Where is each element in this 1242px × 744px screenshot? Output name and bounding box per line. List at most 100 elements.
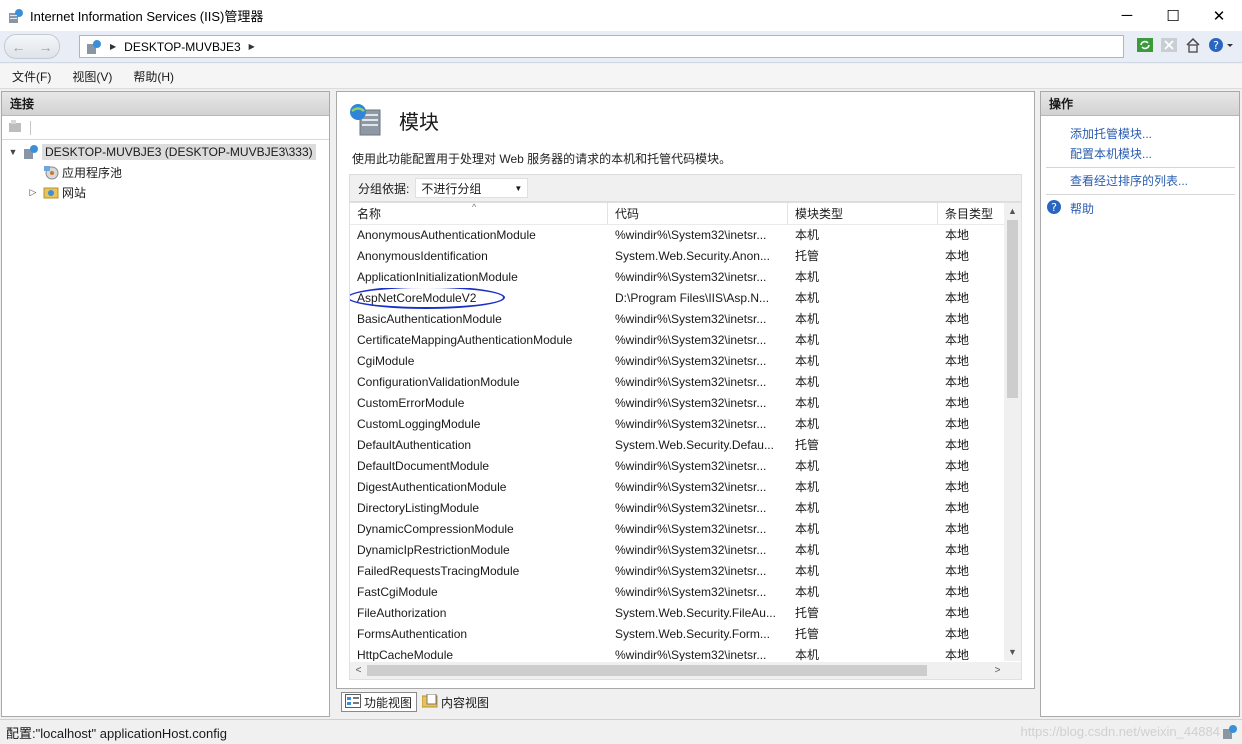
cell-code: %windir%\System32\inetsr... (615, 354, 767, 368)
cell-code: System.Web.Security.FileAu... (615, 606, 776, 620)
refresh-icon[interactable] (1136, 36, 1154, 54)
view-ordered-list-link[interactable]: 查看经过排序的列表... (1070, 171, 1239, 191)
table-row[interactable]: CgiModule %windir%\System32\inetsr... 本机 本地 (350, 351, 1006, 372)
cell-entry-type: 本地 (945, 333, 970, 347)
nav-buttons: ← → (4, 34, 60, 59)
title-bar: Internet Information Services (IIS)管理器 ─… (0, 0, 1242, 31)
help-action[interactable]: ? 帮助 (1046, 198, 1239, 218)
cell-module-type: 本机 (795, 522, 820, 536)
address-box[interactable]: ▶ DESKTOP-MUVBJE3 ▶ (79, 35, 1124, 58)
forward-arrow-icon[interactable]: → (39, 39, 53, 55)
vertical-scrollbar[interactable]: ▲ ▼ (1004, 203, 1021, 661)
cell-module-type: 本机 (795, 480, 820, 494)
tab-features-view[interactable]: 功能视图 (341, 692, 418, 712)
cell-name: ConfigurationValidationModule (357, 375, 520, 389)
table-row[interactable]: HttpCacheModule %windir%\System32\inetsr.… (350, 645, 1006, 661)
table-row[interactable]: ApplicationInitializationModule %windir%\… (350, 267, 1006, 288)
chevron-down-icon[interactable]: ▼ (6, 147, 20, 157)
cell-code: %windir%\System32\inetsr... (615, 459, 767, 473)
tree-node-sites[interactable]: ▷ 网站 (2, 182, 329, 202)
add-managed-module-link[interactable]: 添加托管模块... (1070, 124, 1239, 144)
table-row[interactable]: DefaultAuthentication System.Web.Security… (350, 435, 1006, 456)
table-row[interactable]: FastCgiModule %windir%\System32\inetsr...… (350, 582, 1006, 603)
address-toolbar: ← → ▶ DESKTOP-MUVBJE3 ▶ ? (0, 31, 1242, 63)
tree-label-server[interactable]: DESKTOP-MUVBJE3 (DESKTOP-MUVBJE3\333) (42, 144, 316, 160)
scroll-left-icon[interactable]: < (350, 662, 367, 679)
scroll-up-icon[interactable]: ▲ (1004, 203, 1021, 220)
table-row[interactable]: DynamicIpRestrictionModule %windir%\Syste… (350, 540, 1006, 561)
cell-module-type: 本机 (795, 375, 820, 389)
table-row[interactable]: AnonymousAuthenticationModule %windir%\Sy… (350, 225, 1006, 246)
tree-label-sites[interactable]: 网站 (62, 184, 86, 201)
server-icon (23, 144, 39, 160)
scroll-right-icon[interactable]: > (989, 662, 1006, 679)
home-icon[interactable] (1184, 36, 1202, 54)
menu-view[interactable]: 视图(V) (63, 68, 121, 85)
cell-name: BasicAuthenticationModule (357, 312, 502, 326)
cell-entry-type: 本地 (945, 543, 970, 557)
cell-module-type: 本机 (795, 585, 820, 599)
actions-divider (1046, 167, 1235, 168)
table-row[interactable]: DirectoryListingModule %windir%\System32\… (350, 498, 1006, 519)
cell-code: %windir%\System32\inetsr... (615, 564, 767, 578)
menu-file[interactable]: 文件(F) (3, 68, 60, 85)
grid-body: AnonymousAuthenticationModule %windir%\Sy… (350, 225, 1006, 661)
column-header-name[interactable]: ^ 名称 (350, 203, 608, 225)
group-by-select[interactable]: 不进行分组 ▼ (415, 178, 529, 198)
tab-content-view[interactable]: 内容视图 (419, 692, 493, 712)
menu-help[interactable]: 帮助(H) (124, 68, 183, 85)
tree-node-server[interactable]: ▼ DESKTOP-MUVBJE3 (DESKTOP-MUVBJE3\333) (2, 142, 329, 162)
table-row[interactable]: FileAuthorization System.Web.Security.Fil… (350, 603, 1006, 624)
cell-module-type: 本机 (795, 501, 820, 515)
table-row[interactable]: ConfigurationValidationModule %windir%\Sy… (350, 372, 1006, 393)
breadcrumb-server[interactable]: DESKTOP-MUVBJE3 (124, 40, 240, 54)
table-row[interactable]: CustomLoggingModule %windir%\System32\ine… (350, 414, 1006, 435)
vertical-scroll-thumb[interactable] (1007, 220, 1018, 398)
cell-name: DynamicCompressionModule (357, 522, 514, 536)
cell-code: %windir%\System32\inetsr... (615, 228, 767, 242)
horizontal-scroll-thumb[interactable] (367, 665, 927, 676)
back-arrow-icon[interactable]: ← (12, 39, 26, 55)
view-tabs: 功能视图 内容视图 (341, 692, 493, 712)
column-header-module-type[interactable]: 模块类型 (788, 203, 938, 225)
table-row[interactable]: BasicAuthenticationModule %windir%\System… (350, 309, 1006, 330)
tree-node-app-pools[interactable]: 应用程序池 (2, 162, 329, 182)
cell-name: CertificateMappingAuthenticationModule (357, 333, 573, 347)
column-header-code[interactable]: 代码 (608, 203, 788, 225)
chevron-right-icon[interactable]: ▷ (26, 187, 40, 198)
stop-icon[interactable] (1160, 36, 1178, 54)
cell-code: %windir%\System32\inetsr... (615, 270, 767, 284)
cell-module-type: 本机 (795, 396, 820, 410)
help-link[interactable]: 帮助 (1070, 200, 1094, 217)
table-row[interactable]: CertificateMappingAuthenticationModule %w… (350, 330, 1006, 351)
cell-code: %windir%\System32\inetsr... (615, 312, 767, 326)
table-row[interactable]: DefaultDocumentModule %windir%\System32\i… (350, 456, 1006, 477)
minimize-button[interactable]: ─ (1104, 0, 1150, 31)
table-row[interactable]: DynamicCompressionModule %windir%\System3… (350, 519, 1006, 540)
table-row[interactable]: CustomErrorModule %windir%\System32\inets… (350, 393, 1006, 414)
cell-name: DigestAuthenticationModule (357, 480, 507, 494)
scroll-down-icon[interactable]: ▼ (1004, 644, 1021, 661)
modules-grid: ^ 名称 代码 模块类型 条目类型 AnonymousAuthenticatio… (349, 202, 1022, 680)
table-row[interactable]: AnonymousIdentification System.Web.Securi… (350, 246, 1006, 267)
maximize-button[interactable]: ☐ (1150, 0, 1196, 31)
table-row[interactable]: AspNetCoreModuleV2 D:\Program Files\IIS\A… (350, 288, 1006, 309)
modules-pane: 模块 使用此功能配置用于处理对 Web 服务器的请求的本机和托管代码模块。 分组… (336, 91, 1035, 689)
column-header-entry-type[interactable]: 条目类型 (938, 203, 1006, 225)
dropdown-arrow-icon[interactable]: ▼ (514, 184, 522, 193)
status-text: 配置:"localhost" applicationHost.config (6, 725, 227, 741)
chevron-right-icon[interactable]: ▶ (249, 42, 255, 51)
horizontal-scrollbar[interactable]: < > (350, 662, 1021, 679)
close-button[interactable]: ✕ (1196, 0, 1242, 31)
table-row[interactable]: FailedRequestsTracingModule %windir%\Syst… (350, 561, 1006, 582)
table-row[interactable]: FormsAuthentication System.Web.Security.F… (350, 624, 1006, 645)
configure-native-modules-link[interactable]: 配置本机模块... (1070, 144, 1239, 164)
sort-ascending-icon: ^ (472, 203, 477, 212)
chevron-right-icon[interactable]: ▶ (110, 42, 116, 51)
connect-icon[interactable] (8, 119, 22, 136)
help-dropdown-icon[interactable]: ? (1208, 36, 1234, 54)
column-label-code: 代码 (615, 207, 640, 221)
table-row[interactable]: DigestAuthenticationModule %windir%\Syste… (350, 477, 1006, 498)
tree-label-app-pools[interactable]: 应用程序池 (62, 164, 122, 181)
cell-entry-type: 本地 (945, 228, 970, 242)
